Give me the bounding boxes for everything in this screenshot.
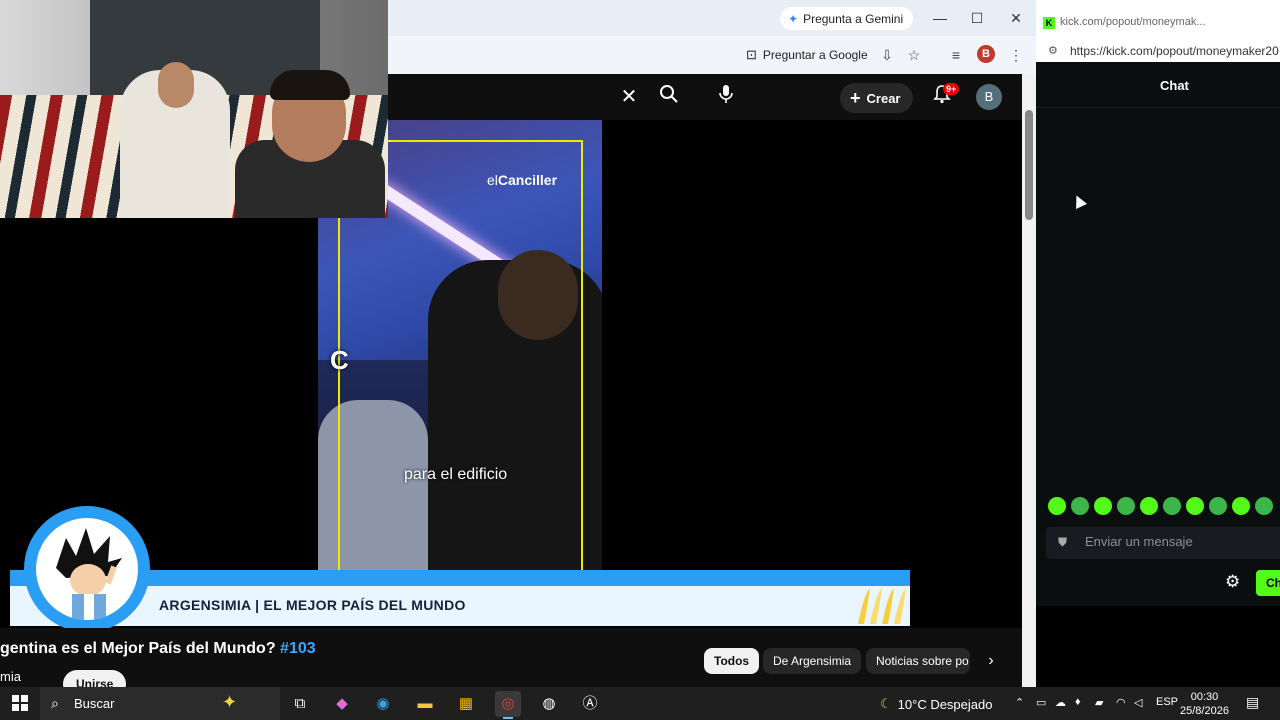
emote-bar: [1048, 497, 1273, 519]
video-info-bar: gentina es el Mejor País del Mundo? #103…: [0, 628, 1022, 687]
video-subtitle: para el edificio: [404, 466, 508, 483]
tray-app-icon[interactable]: ▭: [1036, 696, 1046, 709]
chat-menu-icon[interactable]: ⋮: [1276, 76, 1280, 92]
store-icon[interactable]: ▦: [453, 691, 479, 717]
emote-icon[interactable]: [1071, 497, 1089, 515]
video-title: gentina es el Mejor País del Mundo? #103: [0, 640, 316, 657]
scrollbar-thumb[interactable]: [1025, 110, 1033, 220]
clear-search-icon[interactable]: ✕: [616, 84, 642, 110]
gear-icon[interactable]: ⚙: [1225, 572, 1240, 592]
ask-google-button[interactable]: ⊡ Preguntar a Google: [746, 44, 868, 66]
chip-noticias[interactable]: Noticias sobre po: [866, 648, 970, 674]
chip-todos[interactable]: Todos: [704, 648, 760, 674]
chat-title: Chat: [1160, 78, 1189, 93]
emote-icon[interactable]: [1048, 497, 1066, 515]
install-icon[interactable]: ⇩: [877, 45, 897, 65]
battery-icon[interactable]: ▰: [1095, 696, 1103, 709]
channel-name[interactable]: mia: [0, 669, 21, 684]
edge-icon[interactable]: ◉: [370, 691, 396, 717]
kick-chat-window: K kick.com/popout/moneymak... ⚙ https://…: [1036, 0, 1280, 687]
taskbar-search-placeholder: Buscar: [74, 696, 115, 711]
join-button[interactable]: Unirse: [63, 670, 127, 687]
send-chat-button[interactable]: Ch: [1256, 570, 1280, 596]
create-button[interactable]: + Crear: [840, 83, 914, 113]
youtube-avatar[interactable]: B: [976, 84, 1002, 110]
site-info-icon[interactable]: ⚙: [1048, 44, 1058, 57]
minimize-icon[interactable]: —: [930, 8, 950, 28]
gemini-label: Pregunta a Gemini: [803, 11, 904, 26]
ask-google-label: Preguntar a Google: [762, 48, 868, 62]
more-menu-icon[interactable]: ⋮: [1006, 45, 1026, 65]
kick-chat-header: [1036, 62, 1280, 108]
kick-url[interactable]: https://kick.com/popout/moneymaker20: [1070, 44, 1279, 58]
kick-logo-icon: K: [1043, 17, 1055, 29]
video-overlay-letter: C: [330, 345, 349, 375]
emote-icon[interactable]: [1255, 497, 1273, 515]
emote-icon[interactable]: [1094, 497, 1112, 515]
maximize-icon[interactable]: ☐: [967, 8, 987, 28]
weather-text: 10°C Despejado: [897, 696, 993, 712]
notification-count-badge: 9+: [943, 83, 960, 95]
weather-widget[interactable]: ☾ 10°C Despejado: [880, 696, 992, 712]
emote-icon[interactable]: [1117, 497, 1135, 515]
clock-date: 25/8/2026: [1180, 705, 1229, 717]
file-explorer-icon[interactable]: ▬: [412, 691, 438, 717]
media-control-icon[interactable]: ≡: [946, 45, 966, 65]
chevron-up-icon[interactable]: ⌃: [1015, 696, 1024, 709]
wifi-icon[interactable]: ◠: [1116, 696, 1126, 709]
create-label: Crear: [866, 90, 901, 106]
bookmark-star-icon[interactable]: ☆: [904, 45, 924, 65]
language-indicator[interactable]: ESP: [1156, 696, 1178, 708]
search-icon: ⌕: [51, 695, 59, 711]
video-hashtag[interactable]: #103: [280, 640, 316, 657]
gemini-button[interactable]: ✦ Pregunta a Gemini: [780, 7, 914, 30]
emote-icon[interactable]: [1209, 497, 1227, 515]
emote-icon[interactable]: [1163, 497, 1181, 515]
video-watermark: elCanciller: [487, 172, 558, 188]
windows-start-icon[interactable]: [12, 695, 28, 711]
plus-icon: +: [850, 87, 861, 108]
windows-taskbar: ⌕ Buscar ✦ ⧉ ◆ ◉ ▬ ▦ ◎ ◍ Ⓐ ☾ 10°C Despej…: [0, 687, 1280, 720]
search-highlight-icon: ✦: [222, 692, 238, 712]
chip-de-argensimia[interactable]: De Argensimia: [763, 648, 862, 674]
bananas-icon: [858, 588, 906, 624]
task-view-icon[interactable]: ⧉: [287, 691, 313, 717]
kick-window-title: kick.com/popout/moneymak...: [1060, 16, 1206, 28]
emote-icon[interactable]: [1232, 497, 1250, 515]
onedrive-icon[interactable]: ☁: [1055, 696, 1066, 709]
mic-icon[interactable]: ♦: [1075, 696, 1081, 708]
moon-icon: ☾: [880, 696, 892, 711]
channel-logo: [36, 518, 138, 620]
banner-text: ARGENSIMIA | EL MEJOR PAÍS DEL MUNDO: [159, 597, 466, 613]
copilot-icon[interactable]: ◆: [329, 691, 355, 717]
obs-icon[interactable]: ◍: [536, 691, 562, 717]
emote-icon[interactable]: [1186, 497, 1204, 515]
microphone-icon[interactable]: [713, 84, 739, 110]
close-icon[interactable]: ✕: [1006, 8, 1026, 28]
profile-avatar[interactable]: B: [977, 45, 995, 63]
emote-icon[interactable]: [1140, 497, 1158, 515]
app-a-icon[interactable]: Ⓐ: [577, 691, 603, 717]
chat-input-placeholder: Enviar un mensaje: [1085, 534, 1193, 549]
clock-time: 00:30: [1190, 691, 1219, 703]
shield-icon: ⛊: [1058, 535, 1068, 549]
lens-icon: ⊡: [746, 47, 757, 62]
webcam-overlay: [0, 0, 388, 218]
chrome-icon[interactable]: ◎: [495, 691, 521, 719]
kick-empty-area: [1036, 606, 1280, 687]
gemini-icon: ✦: [788, 11, 799, 26]
notification-center-icon[interactable]: ▤: [1246, 694, 1259, 711]
taskbar-clock[interactable]: 00:30 25/8/2026: [1180, 690, 1229, 718]
search-icon[interactable]: [656, 84, 682, 110]
volume-icon[interactable]: ◁: [1134, 696, 1142, 709]
chevron-right-icon[interactable]: ›: [980, 648, 1002, 674]
